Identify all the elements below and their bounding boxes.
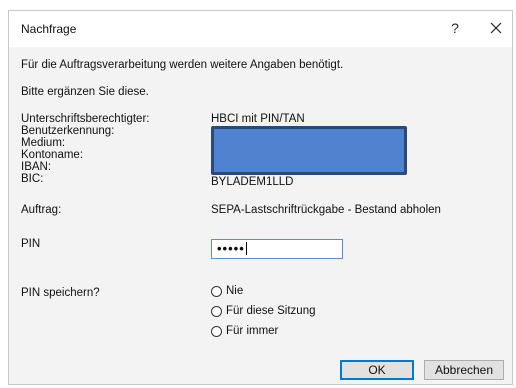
help-button[interactable]: ? xyxy=(447,20,463,38)
radio-circle-icon xyxy=(211,326,222,337)
save-pin-label: PIN speichern? xyxy=(21,287,100,299)
pin-label: PIN xyxy=(21,238,41,250)
cancel-button[interactable]: Abbrechen xyxy=(424,360,504,380)
radio-label-session: Für diese Sitzung xyxy=(226,305,316,317)
radio-circle-icon xyxy=(211,286,222,297)
pin-value: ••••• xyxy=(217,241,245,256)
order-label: Auftrag: xyxy=(21,204,62,216)
redaction-block xyxy=(211,126,407,175)
intro-line-1: Für die Auftragsverarbeitung werden weit… xyxy=(21,59,344,71)
dialog-window: Nachfrage ? Für die Auftragsverarbeitung… xyxy=(8,10,513,385)
radio-label-forever: Für immer xyxy=(226,325,279,337)
text-caret xyxy=(245,242,247,255)
bic-label: BIC: xyxy=(21,173,44,185)
close-icon xyxy=(490,22,502,34)
ok-button[interactable]: OK xyxy=(340,360,414,380)
intro-line-2: Bitte ergänzen Sie diese. xyxy=(21,86,149,98)
radio-circle-icon xyxy=(211,306,222,317)
title-bar: Nachfrage ? xyxy=(9,11,512,47)
signatory-value: HBCI mit PIN/TAN xyxy=(211,113,305,125)
close-button[interactable] xyxy=(487,18,505,38)
bic-value: BYLADEM1LLD xyxy=(211,176,294,188)
window-title: Nachfrage xyxy=(21,22,77,36)
order-value: SEPA-Lastschriftrückgabe - Bestand abhol… xyxy=(211,204,441,216)
radio-label-never: Nie xyxy=(226,285,244,297)
pin-input[interactable]: ••••• xyxy=(211,239,343,259)
